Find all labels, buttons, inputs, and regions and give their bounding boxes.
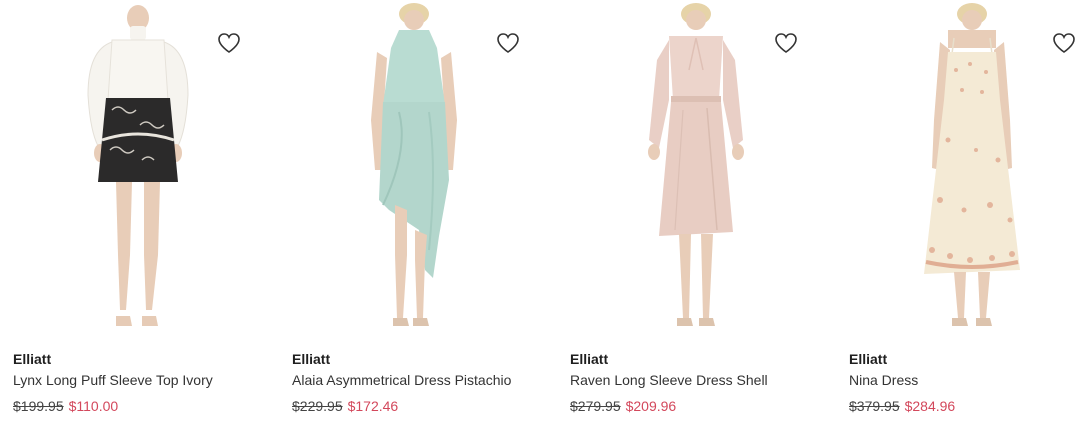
heart-icon <box>218 33 240 53</box>
product-prices: $229.95 $172.46 <box>292 398 398 414</box>
original-price: $379.95 <box>849 398 900 414</box>
heart-icon <box>497 33 519 53</box>
original-price: $229.95 <box>292 398 343 414</box>
wishlist-button[interactable] <box>492 27 524 59</box>
product-card[interactable]: Elliatt Raven Long Sleeve Dress Shell $2… <box>557 0 819 425</box>
product-prices: $199.95 $110.00 <box>13 398 118 414</box>
product-card[interactable]: Elliatt Alaia Asymmetrical Dress Pistach… <box>279 0 541 425</box>
original-price: $279.95 <box>570 398 621 414</box>
product-name[interactable]: Lynx Long Puff Sleeve Top Ivory <box>13 372 213 388</box>
product-prices: $379.95 $284.96 <box>849 398 955 414</box>
product-prices: $279.95 $209.96 <box>570 398 676 414</box>
sale-price: $172.46 <box>347 398 399 414</box>
product-name[interactable]: Alaia Asymmetrical Dress Pistachio <box>292 372 511 388</box>
product-brand[interactable]: Elliatt <box>570 351 608 367</box>
wishlist-button[interactable] <box>1048 27 1080 59</box>
product-image[interactable] <box>836 0 1080 336</box>
wishlist-button[interactable] <box>770 27 802 59</box>
product-name[interactable]: Raven Long Sleeve Dress Shell <box>570 372 768 388</box>
wishlist-button[interactable] <box>213 27 245 59</box>
product-brand[interactable]: Elliatt <box>13 351 51 367</box>
sale-price: $284.96 <box>904 398 956 414</box>
heart-icon <box>1053 33 1075 53</box>
sale-price: $209.96 <box>625 398 677 414</box>
product-brand[interactable]: Elliatt <box>849 351 887 367</box>
original-price: $199.95 <box>13 398 64 414</box>
product-card[interactable]: Elliatt Lynx Long Puff Sleeve Top Ivory … <box>0 0 262 425</box>
model-figure <box>924 3 1020 326</box>
heart-icon <box>775 33 797 53</box>
product-name[interactable]: Nina Dress <box>849 372 918 388</box>
product-grid: Elliatt Lynx Long Puff Sleeve Top Ivory … <box>0 0 1080 425</box>
sale-price: $110.00 <box>68 398 119 414</box>
product-brand[interactable]: Elliatt <box>292 351 330 367</box>
product-card[interactable]: Elliatt Nina Dress $379.95 $284.96 <box>836 0 1080 425</box>
